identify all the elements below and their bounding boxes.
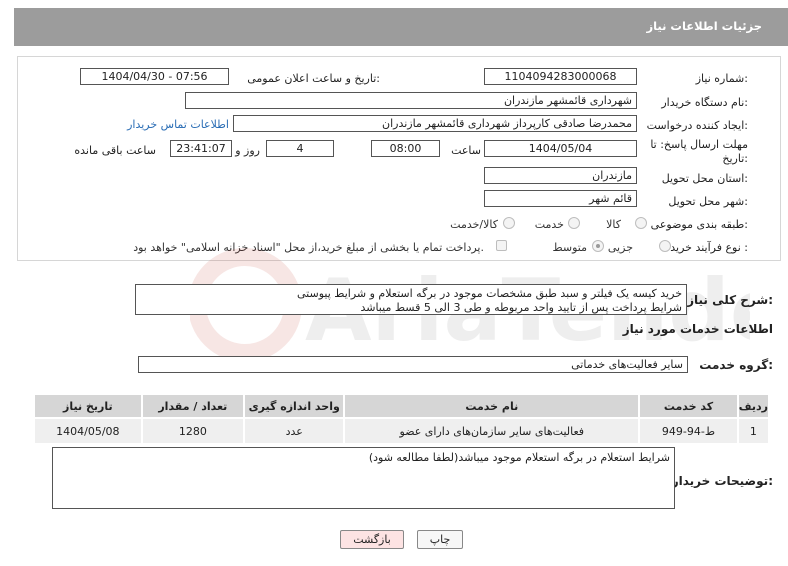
cell-service-code: ط-94-949 — [638, 417, 739, 445]
description-textarea[interactable]: خرید کیسه یک فیلتر و سبد طبق مشخصات موجو… — [135, 284, 687, 315]
page-title: جزئیات اطلاعات نیاز — [646, 19, 762, 33]
category-option-goods: کالا — [606, 218, 621, 231]
buyer-org-label: نام دستگاه خریدار: — [661, 96, 748, 109]
services-table: ردیف کد خدمت نام خدمت واحد اندازه گیری ت… — [33, 393, 771, 445]
buyer-notes-label: توضیحات خریدار: — [671, 474, 773, 488]
print-button[interactable]: چاپ — [417, 530, 463, 549]
buyer-notes-textarea[interactable]: شرایط استعلام در برگه استعلام موجود میبا… — [52, 447, 675, 509]
table-row[interactable]: 1 ط-94-949 فعالیت‌های سایر سازمان‌های دا… — [33, 417, 771, 445]
remaining-label: ساعت باقی مانده — [74, 144, 156, 157]
col-header-quantity: تعداد / مقدار — [140, 393, 246, 419]
deadline-label: مهلت ارسال پاسخ: تا — [650, 138, 748, 151]
col-header-service-name: نام خدمت — [343, 393, 641, 419]
process-label: نوع فرآیند خرید : — [670, 241, 748, 254]
process-radio-minor[interactable] — [659, 240, 671, 252]
table-header-row: ردیف کد خدمت نام خدمت واحد اندازه گیری ت… — [33, 393, 771, 419]
treasury-checkbox[interactable] — [496, 240, 507, 251]
creator-label: ایجاد کننده درخواست: — [646, 119, 748, 132]
cell-row-number: 1 — [736, 417, 771, 445]
deadline-date-field[interactable]: 1404/05/04 — [484, 140, 637, 157]
days-label: روز و — [235, 144, 260, 157]
category-option-goods-service: کالا/خدمت — [450, 218, 498, 231]
cell-need-date: 1404/05/08 — [33, 417, 143, 445]
description-line-1: خرید کیسه یک فیلتر و سبد طبق مشخصات موجو… — [297, 287, 682, 300]
col-header-service-code: کد خدمت — [638, 393, 739, 419]
services-section-title: اطلاعات خدمات مورد نیاز — [622, 322, 773, 336]
deadline-time-field[interactable]: 08:00 — [371, 140, 440, 157]
service-group-field[interactable]: سایر فعالیت‌های خدماتی — [138, 356, 688, 373]
col-header-row-number: ردیف — [736, 393, 771, 419]
announce-field[interactable]: 1404/04/30 - 07:56 — [80, 68, 229, 85]
city-field[interactable]: قائم شهر — [484, 190, 637, 207]
description-label: شرح کلی نیاز: — [687, 293, 773, 307]
cell-unit: عدد — [243, 417, 346, 445]
deadline-time-label: ساعت — [451, 144, 481, 157]
buyer-notes-text: شرایط استعلام در برگه استعلام موجود میبا… — [368, 451, 670, 464]
category-option-service: خدمت — [534, 218, 564, 231]
cell-service-name: فعالیت‌های سایر سازمان‌های دارای عضو — [343, 417, 641, 445]
col-header-unit: واحد اندازه گیری — [243, 393, 346, 419]
process-radio-medium[interactable] — [592, 240, 604, 252]
deadline-label-date: تاریخ: — [722, 152, 748, 165]
announce-label: تاریخ و ساعت اعلان عمومی: — [247, 72, 380, 85]
category-radio-service[interactable] — [568, 217, 580, 229]
buyer-org-field[interactable]: شهرداری قائمشهر مازندران — [185, 92, 637, 109]
back-button[interactable]: بازگشت — [340, 530, 404, 549]
contact-info-link[interactable]: اطلاعات تماس خریدار — [127, 118, 229, 131]
col-header-need-date: تاریخ نیاز — [33, 393, 143, 419]
creator-field[interactable]: محمدرضا صادقی کارپرداز شهرداری قائمشهر م… — [233, 115, 637, 132]
service-group-label: گروه خدمت: — [699, 358, 773, 372]
province-label: استان محل تحویل: — [661, 172, 748, 185]
treasury-payment-note: پرداخت تمام یا بخشی از مبلغ خرید،از محل … — [133, 241, 484, 254]
province-field[interactable]: مازندران — [484, 167, 637, 184]
city-label: شهر محل تحویل: — [668, 195, 748, 208]
process-option-minor: جزیی — [607, 241, 633, 254]
need-number-label: شماره نیاز: — [695, 72, 748, 85]
category-radio-goods[interactable] — [635, 217, 647, 229]
need-number-field[interactable]: 1104094283000068 — [484, 68, 637, 85]
description-line-2: شرایط پرداخت پس از تایید واحد مربوطه و ط… — [360, 301, 682, 314]
days-field[interactable]: 4 — [266, 140, 334, 157]
remaining-time-field[interactable]: 23:41:07 — [170, 140, 232, 157]
cell-quantity: 1280 — [140, 417, 246, 445]
process-option-medium: متوسط — [552, 241, 587, 254]
category-label: طبقه بندی موضوعی: — [650, 218, 748, 231]
category-radio-goods-service[interactable] — [503, 217, 515, 229]
